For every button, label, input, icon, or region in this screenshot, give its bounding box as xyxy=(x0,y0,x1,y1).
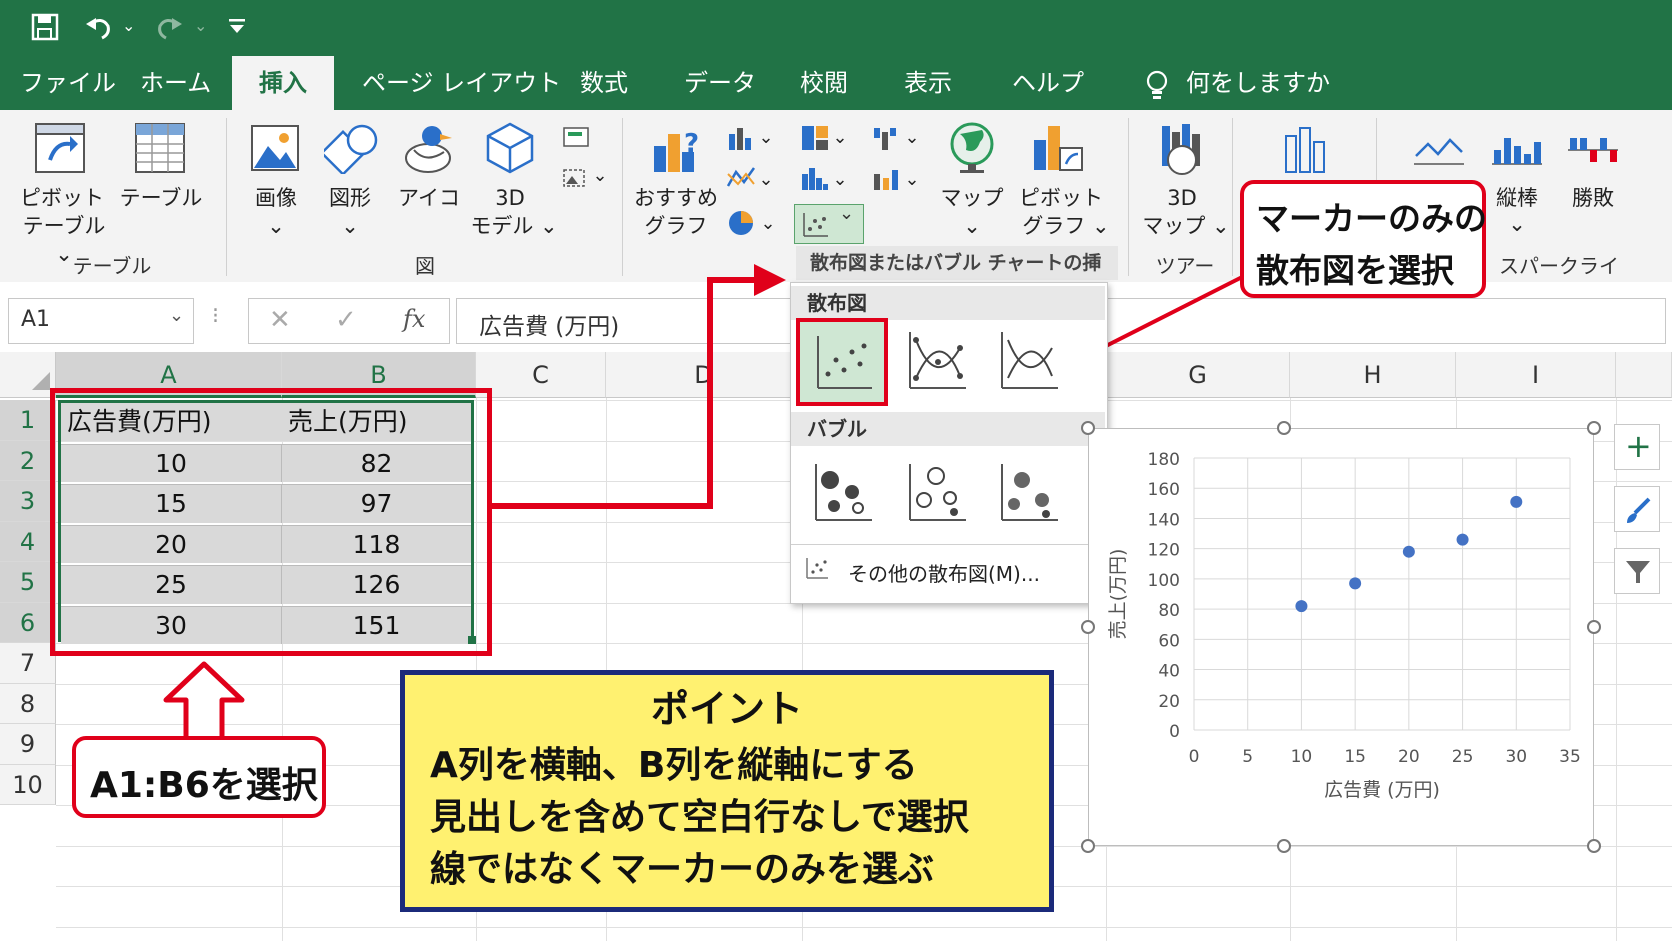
x-tick-label: 30 xyxy=(1505,747,1527,767)
data-point xyxy=(1295,600,1308,613)
chart-styles-button[interactable] xyxy=(1614,486,1660,532)
callout-marker-only: マーカーのみの 散布図を選択 xyxy=(1240,180,1487,298)
data-point xyxy=(1349,577,1362,590)
chart-resize-handle[interactable] xyxy=(1081,620,1095,634)
dropdown-section-scatter: 散布図 xyxy=(791,286,1105,320)
filter-icon xyxy=(1626,561,1650,583)
data-point xyxy=(1402,545,1415,558)
chart-resize-handle[interactable] xyxy=(1081,839,1095,853)
y-tick-label: 140 xyxy=(1148,510,1180,530)
x-axis-label: 広告費 (万円) xyxy=(1324,779,1440,801)
data-point xyxy=(1456,533,1469,546)
chart-resize-handle[interactable] xyxy=(1081,421,1095,435)
scatter-smooth-lines-markers-icon[interactable] xyxy=(906,330,968,392)
scatter-markers-icon xyxy=(817,336,872,389)
3d-bubble-chart-icon[interactable] xyxy=(906,462,968,524)
brush-icon xyxy=(1627,497,1651,523)
y-tick-label: 0 xyxy=(1169,722,1180,742)
y-tick-label: 80 xyxy=(1158,601,1180,621)
y-tick-label: 180 xyxy=(1148,450,1180,470)
more-scatter-charts[interactable]: その他の散布図(M)... xyxy=(848,558,1040,587)
x-tick-label: 5 xyxy=(1242,747,1253,767)
plus-icon: + xyxy=(1625,427,1652,465)
y-tick-label: 160 xyxy=(1148,480,1180,500)
y-tick-label: 40 xyxy=(1158,662,1180,682)
point-line-2: 見出しを含めて空白行なしで選択 xyxy=(430,797,969,838)
scatter-markers-only-option[interactable] xyxy=(796,318,888,406)
y-tick-label: 60 xyxy=(1158,631,1180,651)
chart-elements-button[interactable]: + xyxy=(1614,424,1660,470)
point-title: ポイント xyxy=(650,687,803,731)
bubble-chart-icon[interactable] xyxy=(812,462,874,524)
y-tick-label: 20 xyxy=(1158,692,1180,712)
callout-select-range: A1:B6を選択 xyxy=(72,736,326,818)
bubble-3d-effect-icon[interactable] xyxy=(998,462,1060,524)
x-tick-label: 10 xyxy=(1291,747,1313,767)
chart-resize-handle[interactable] xyxy=(1277,421,1291,435)
callout-marker-only-line2: 散布図を選択 xyxy=(1256,251,1454,290)
dropdown-section-bubble: バブル xyxy=(791,412,1105,446)
y-tick-label: 100 xyxy=(1148,571,1180,591)
x-tick-label: 20 xyxy=(1398,747,1420,767)
x-tick-label: 0 xyxy=(1189,747,1200,767)
x-tick-label: 25 xyxy=(1452,747,1474,767)
callout-select-range-text: A1:B6を選択 xyxy=(90,765,318,806)
data-point xyxy=(1510,495,1523,508)
point-line-1: A列を横軸、B列を縦軸にする xyxy=(430,745,918,786)
scatter-chart[interactable]: 0 20 40 60 80 100 120 140 160 180 0 5 10 15 20 25 30 35 広告… xyxy=(1088,428,1594,846)
x-tick-label: 15 xyxy=(1344,747,1366,767)
chart-filters-button[interactable] xyxy=(1614,548,1660,594)
y-tick-label: 120 xyxy=(1148,541,1180,561)
more-scatter-icon xyxy=(806,558,828,579)
chart-resize-handle[interactable] xyxy=(1277,839,1291,853)
callout-marker-only-line1: マーカーのみの xyxy=(1256,199,1487,238)
chart-resize-handle[interactable] xyxy=(1587,421,1601,435)
chart-resize-handle[interactable] xyxy=(1587,839,1601,853)
y-axis-label: 売上(万円) xyxy=(1107,549,1129,640)
x-tick-label: 35 xyxy=(1559,747,1581,767)
point-line-3: 線ではなくマーカーのみを選ぶ xyxy=(430,849,935,890)
dropdown-divider xyxy=(791,544,1105,545)
chart-resize-handle[interactable] xyxy=(1587,620,1601,634)
scatter-smooth-lines-icon[interactable] xyxy=(998,330,1060,392)
